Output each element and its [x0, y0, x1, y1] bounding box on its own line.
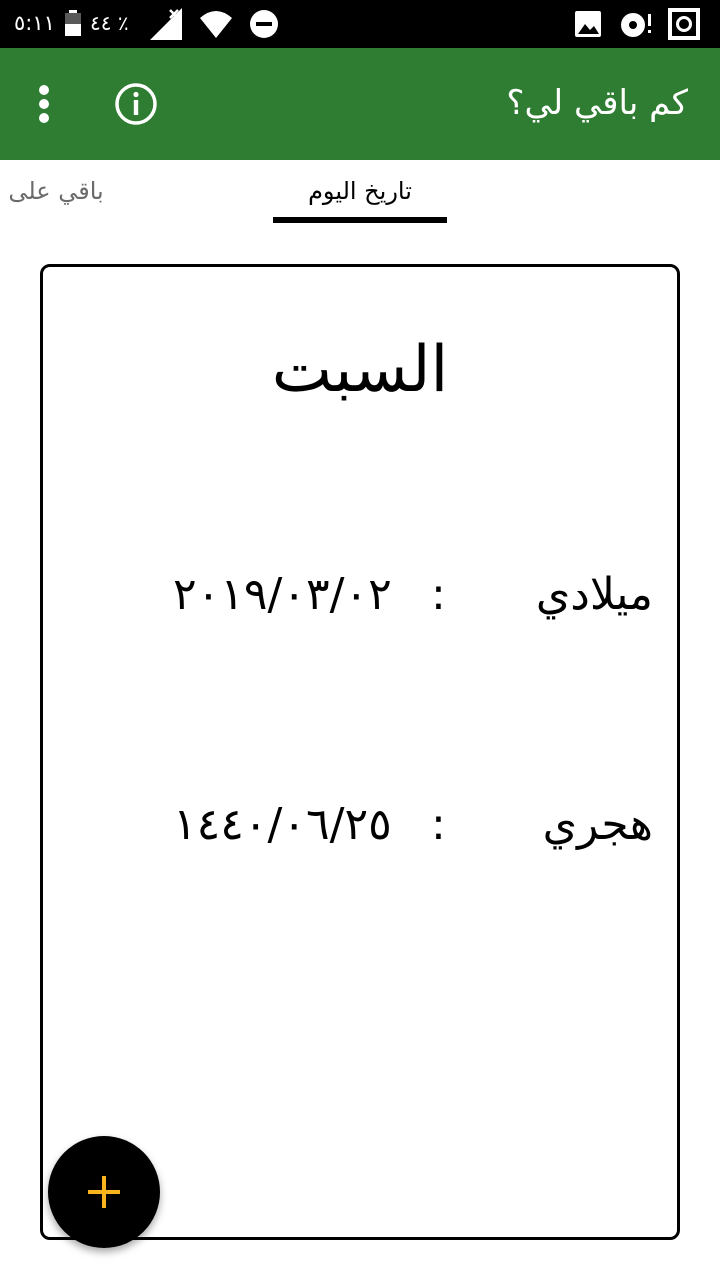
battery-percent: ٤٤ ٪: [90, 11, 129, 35]
tab-bar: تاريخ اليوم باقي على: [0, 160, 720, 228]
gregorian-separator: :: [431, 569, 446, 620]
info-icon[interactable]: [112, 80, 160, 128]
wifi-icon: [200, 11, 232, 38]
screenshot-icon: [668, 8, 700, 40]
image-icon: [575, 11, 601, 37]
hijri-date-value: ١٤٤٠/٠٦/٢٥: [173, 799, 392, 850]
gregorian-date-row: ميلادي : ٢٠١٩/٠٣/٠٢: [43, 560, 677, 630]
app-bar: كم باقي لي؟: [0, 48, 720, 160]
more-vert-icon[interactable]: [20, 78, 68, 130]
add-fab-button[interactable]: [48, 1136, 160, 1248]
status-time: ٥:١١: [14, 11, 55, 35]
date-card: السبت ميلادي : ٢٠١٩/٠٣/٠٢ هجري : ١٤٤٠/٠٦…: [40, 264, 680, 1240]
media-icon: [621, 13, 651, 37]
status-bar: ٥:١١ ٤٤ ٪: [0, 0, 720, 48]
day-name: السبت: [271, 333, 449, 407]
signal-off-icon: [150, 8, 182, 40]
battery-icon: [65, 10, 81, 36]
tab-today-date[interactable]: تاريخ اليوم: [273, 174, 447, 208]
hijri-date-row: هجري : ١٤٤٠/٠٦/٢٥: [43, 790, 677, 860]
tab-remaining-until[interactable]: باقي على: [0, 174, 112, 208]
hijri-separator: :: [431, 799, 446, 850]
add-icon: [88, 1176, 120, 1208]
hijri-label: هجري: [542, 799, 653, 850]
gregorian-date-value: ٢٠١٩/٠٣/٠٢: [173, 569, 392, 620]
gregorian-label: ميلادي: [535, 569, 653, 620]
do-not-disturb-icon: [250, 10, 278, 38]
tab-indicator: [273, 217, 447, 223]
app-title: كم باقي لي؟: [506, 83, 688, 123]
